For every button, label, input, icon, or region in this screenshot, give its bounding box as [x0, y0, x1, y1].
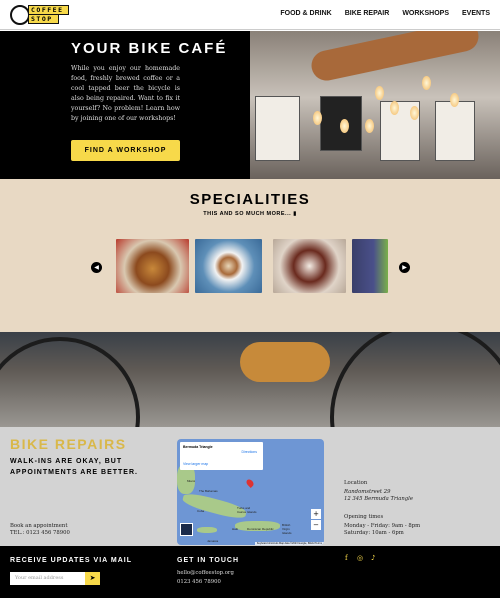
repairs-title: BIKE REPAIRS: [10, 436, 127, 452]
hours-saturday: Saturday: 10am - 6pm: [344, 530, 404, 536]
map-info-card: Bermuda Triangle Directions View larger …: [180, 442, 263, 470]
cake-image[interactable]: [273, 239, 346, 293]
nav-events[interactable]: EVENTS: [462, 10, 490, 17]
specialities-section: SPECIALITIES THIS AND SO MUCH MORE... ▮ …: [0, 179, 500, 332]
address-line-2: 12 345 Bermuda Triangle: [344, 496, 413, 502]
contact-info: hello@coffeestop.org 0123 456 78900: [177, 569, 234, 587]
cafe-image: [250, 31, 500, 179]
site-footer: RECEIVE UPDATES VIA MAIL Your email addr…: [0, 546, 500, 598]
nav-bike-repair[interactable]: BIKE REPAIR: [345, 10, 390, 17]
bike-repair-image: [0, 332, 500, 427]
map-directions-link[interactable]: Directions: [241, 450, 257, 454]
map-label: The Bahamas: [199, 489, 218, 493]
facebook-icon[interactable]: f: [345, 554, 348, 562]
subtitle-text: THIS AND SO MUCH MORE...: [203, 211, 292, 217]
hours-label: Opening times: [344, 514, 384, 520]
map-satellite-toggle[interactable]: [180, 523, 193, 536]
bike-wheel-icon: [10, 5, 30, 25]
map-label: Turks and Caicos Islands: [237, 506, 257, 514]
book-label: Book an appointment: [10, 523, 68, 529]
map-attribution: Keyboard shortcuts Map data ©2023 Google…: [254, 542, 324, 545]
location-info: Location Randomstreet 29 12 345 Bermuda …: [344, 480, 420, 537]
contact-title: GET IN TOUCH: [177, 557, 240, 564]
carousel-prev-button[interactable]: ◀: [91, 262, 102, 273]
map-place: Bermuda Triangle: [183, 445, 213, 449]
matcha-image[interactable]: [352, 239, 388, 293]
gloved-hands: [240, 342, 330, 382]
hours-weekday: Monday - Friday: 9am - 8pm: [344, 523, 421, 529]
map-larger-link[interactable]: View larger map: [183, 462, 208, 466]
logo-text-2: STOP: [28, 14, 59, 24]
specialities-title: SPECIALITIES: [189, 191, 311, 208]
tiktok-icon[interactable]: ♪: [371, 554, 375, 562]
map-label: Haiti: [232, 527, 239, 531]
map-label: Cuba: [197, 509, 205, 513]
location-label: Location: [344, 480, 368, 486]
paper-plane-icon: ➤: [89, 574, 96, 582]
booking-phone[interactable]: TEL.: 0123 456 78900: [10, 530, 70, 537]
specialities-subtitle: THIS AND SO MUCH MORE... ▮: [0, 211, 500, 217]
map-label: Miami: [187, 479, 195, 483]
tagline-1: WALK-INS ARE OKAY, BUT: [10, 458, 123, 465]
repairs-tagline: WALK-INS ARE OKAY, BUT APPOINTMENTS ARE B…: [10, 456, 138, 478]
location-map[interactable]: Bermuda Triangle Directions View larger …: [177, 439, 324, 545]
nav-food-drink[interactable]: FOOD & DRINK: [280, 10, 331, 17]
email-input[interactable]: Your email address: [10, 572, 85, 585]
map-label: British Virgin Islands: [282, 523, 292, 535]
bike-repairs-section: BIKE REPAIRS WALK-INS ARE OKAY, BUT APPOI…: [0, 427, 500, 546]
contact-phone[interactable]: 0123 456 78900: [177, 578, 234, 587]
map-zoom-out-button[interactable]: −: [311, 520, 321, 530]
site-header: COFFEE STOP FOOD & DRINK BIKE REPAIR WOR…: [0, 0, 500, 30]
carousel-next-button[interactable]: ▶: [399, 262, 410, 273]
burger-image[interactable]: [116, 239, 189, 293]
instagram-icon[interactable]: ◎: [357, 554, 363, 562]
hero-title: YOUR BIKE CAFÉ: [71, 40, 228, 57]
send-button[interactable]: ➤: [85, 572, 100, 585]
hero-text: While you enjoy our homemade food, fresh…: [71, 65, 180, 122]
map-zoom-in-button[interactable]: +: [311, 509, 321, 519]
find-workshop-button[interactable]: FIND A WORKSHOP: [71, 140, 180, 161]
contact-email[interactable]: hello@coffeestop.org: [177, 569, 234, 578]
document-icon: ▮: [293, 211, 297, 217]
map-label: Jamaica: [207, 539, 219, 543]
tagline-2: APPOINTMENTS ARE BETTER.: [10, 469, 138, 476]
nav-workshops[interactable]: WORKSHOPS: [402, 10, 449, 17]
main-nav: FOOD & DRINK BIKE REPAIR WORKSHOPS EVENT…: [280, 10, 490, 17]
newsletter-title: RECEIVE UPDATES VIA MAIL: [10, 557, 133, 564]
coffee-image[interactable]: [195, 239, 262, 293]
logo[interactable]: COFFEE STOP: [10, 5, 69, 25]
map-pin-icon[interactable]: [245, 478, 255, 488]
address-line-1: Randomstreet 29: [344, 489, 391, 495]
booking-info: Book an appointment TEL.: 0123 456 78900: [10, 523, 70, 537]
map-label: Dominican Republic: [247, 527, 274, 531]
